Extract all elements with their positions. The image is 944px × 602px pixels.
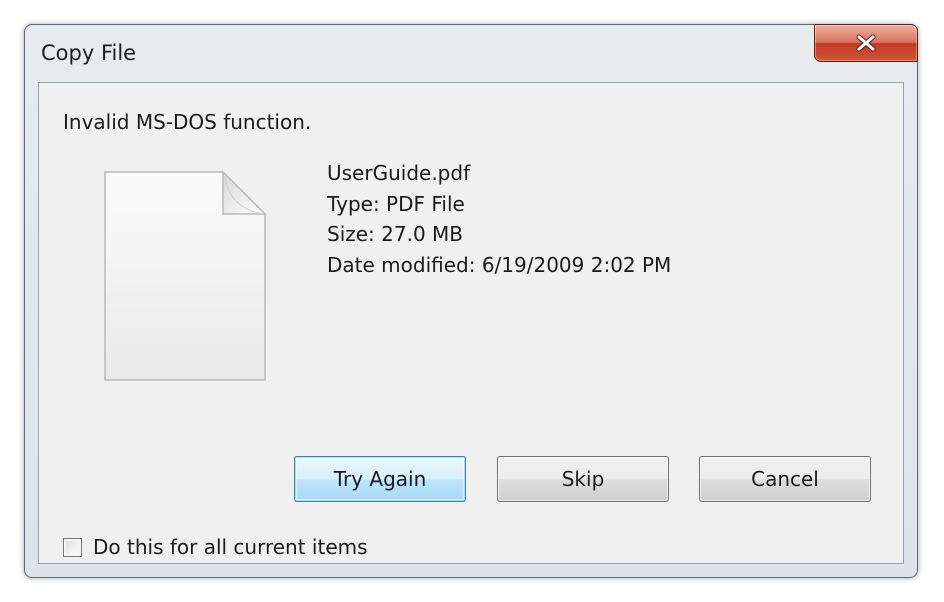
cancel-button[interactable]: Cancel [699,456,871,502]
file-name: UserGuide.pdf [327,161,471,185]
document-file-icon [103,170,267,386]
error-message: Invalid MS-DOS function. [63,110,312,134]
file-type: Type: PDF File [327,191,465,216]
dialog-title: Copy File [41,41,137,65]
file-size: Size: 27.0 MB [327,222,464,246]
file-details: UserGuide.pdf Type: PDF File Size: 27.0 … [327,158,671,280]
apply-to-all-label: Do this for all current items [93,535,368,559]
close-button[interactable] [814,24,918,62]
try-again-button[interactable]: Try Again [294,456,466,502]
skip-button[interactable]: Skip [497,456,669,502]
close-icon [855,34,877,52]
apply-to-all-checkbox[interactable] [63,537,82,557]
copy-file-dialog: Copy File Invalid MS-DOS function. UserG… [24,24,918,578]
dialog-content: Invalid MS-DOS function. UserGuide.pdf T… [38,82,904,564]
apply-to-all-checkbox-row[interactable]: Do this for all current items [63,535,368,559]
file-date-modified: Date modified: 6/19/2009 2:02 PM [327,252,672,277]
